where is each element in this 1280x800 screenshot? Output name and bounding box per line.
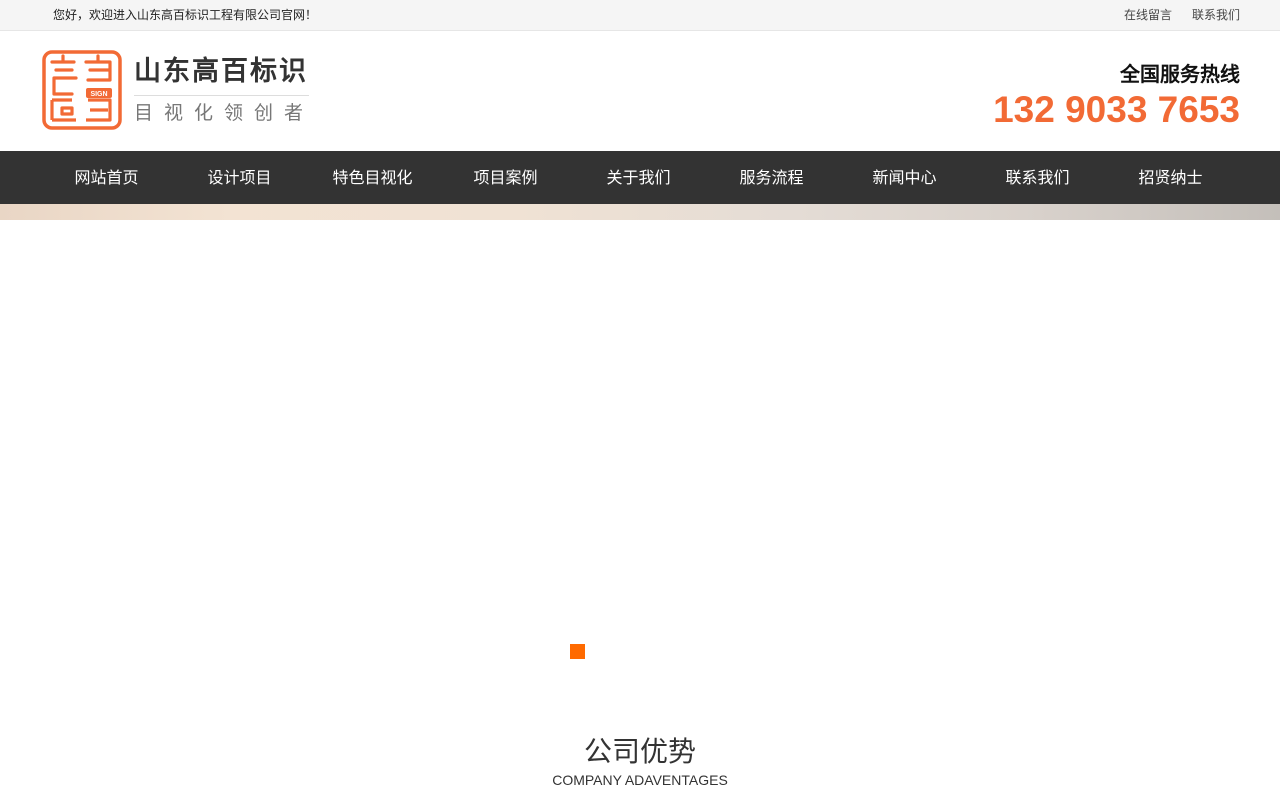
online-message-link[interactable]: 在线留言 bbox=[1124, 8, 1172, 22]
banner-slider bbox=[0, 220, 1280, 700]
hotline-number: 132 9033 7653 bbox=[993, 89, 1240, 130]
slider-pagination-dot[interactable] bbox=[570, 644, 585, 659]
nav-item-cases[interactable]: 项目案例 bbox=[439, 151, 572, 204]
hotline-label: 全国服务热线 bbox=[1120, 62, 1240, 86]
main-navigation: 网站首页 设计项目 特色目视化 项目案例 关于我们 服务流程 新闻中心 联系我们… bbox=[0, 151, 1280, 204]
nav-item-service-process[interactable]: 服务流程 bbox=[705, 151, 838, 204]
nav-item-careers[interactable]: 招贤纳士 bbox=[1104, 151, 1237, 204]
service-hotline: 全国服务热线 132 9033 7653 bbox=[993, 61, 1240, 131]
logo-divider bbox=[134, 95, 309, 96]
site-header: SIGN 山东高百标识 目视化领创者 全国服务热线 132 9033 7653 bbox=[0, 31, 1280, 151]
site-logo[interactable]: SIGN 山东高百标识 目视化领创者 bbox=[42, 50, 312, 130]
logo-mark-icon: SIGN bbox=[42, 50, 122, 130]
nav-item-home[interactable]: 网站首页 bbox=[40, 151, 173, 204]
logo-company-name: 山东高百标识 bbox=[134, 56, 308, 87]
advantages-section-heading: 公司优势 COMPANY ADAVENTAGES bbox=[0, 734, 1280, 790]
nav-item-about[interactable]: 关于我们 bbox=[572, 151, 705, 204]
nav-item-contact[interactable]: 联系我们 bbox=[971, 151, 1104, 204]
contact-us-link[interactable]: 联系我们 bbox=[1192, 8, 1240, 22]
top-bar: 您好，欢迎进入山东高百标识工程有限公司官网！ 在线留言 联系我们 bbox=[0, 0, 1280, 31]
banner-image-strip bbox=[0, 204, 1280, 220]
logo-mark-text: SIGN bbox=[90, 91, 107, 98]
logo-slogan: 目视化领创者 bbox=[134, 102, 315, 124]
section-title-en: COMPANY ADAVENTAGES bbox=[552, 772, 728, 788]
section-title-cn: 公司优势 bbox=[583, 735, 696, 768]
nav-item-visualization[interactable]: 特色目视化 bbox=[306, 151, 439, 204]
welcome-text: 您好，欢迎进入山东高百标识工程有限公司官网！ bbox=[53, 8, 318, 22]
nav-menu: 网站首页 设计项目 特色目视化 项目案例 关于我们 服务流程 新闻中心 联系我们… bbox=[40, 151, 1237, 204]
nav-item-design-projects[interactable]: 设计项目 bbox=[173, 151, 306, 204]
nav-item-news[interactable]: 新闻中心 bbox=[838, 151, 971, 204]
top-links: 在线留言 联系我们 bbox=[1124, 8, 1240, 22]
